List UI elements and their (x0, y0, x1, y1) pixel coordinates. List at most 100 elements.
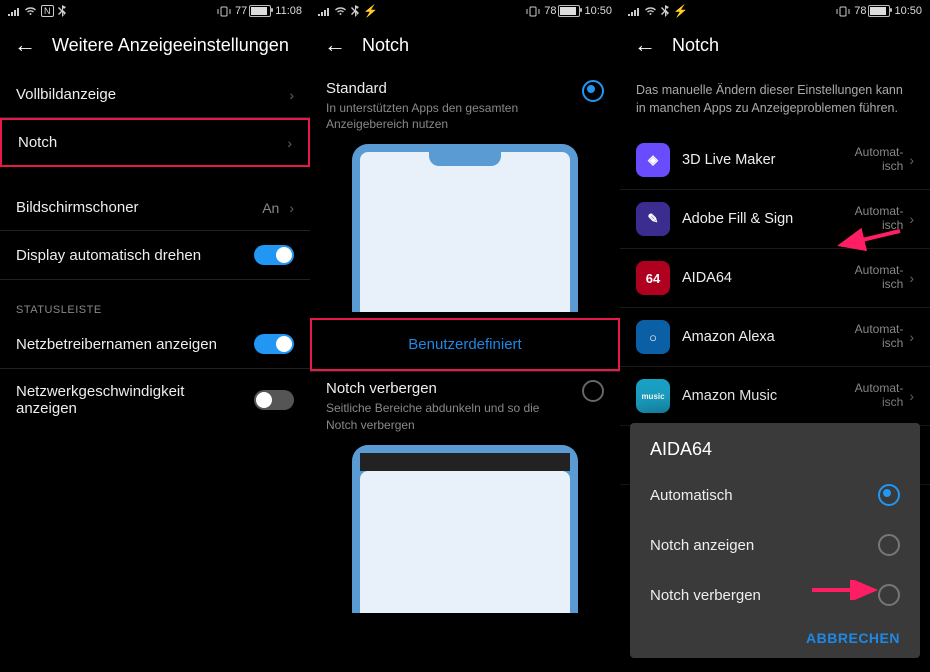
wifi-icon (334, 6, 347, 16)
row-label: Notch (18, 134, 57, 151)
toggle-autorotate[interactable] (254, 245, 294, 265)
app-icon: ○ (636, 320, 670, 354)
signal-icon (8, 6, 20, 16)
app-value: Automat-isch (855, 264, 904, 292)
option-subtitle: Seitliche Bereiche abdunkeln und so die … (326, 400, 570, 432)
app-value: Automat-isch (855, 205, 904, 233)
app-row[interactable]: musicAmazon MusicAutomat-isch› (620, 367, 930, 426)
app-name: 3D Live Maker (682, 152, 843, 168)
header: ← Weitere Anzeigeeinstellungen (0, 22, 310, 72)
page-title: Notch (672, 35, 719, 56)
option-hide-notch[interactable]: Notch verbergen Seitliche Bereiche abdun… (310, 372, 620, 438)
status-bar: ⚡ 78 10:50 (620, 0, 930, 22)
row-label: Bildschirmschoner (16, 199, 139, 216)
back-icon[interactable]: ← (324, 32, 346, 58)
radio-show[interactable] (878, 534, 900, 556)
dialog-title: AIDA64 (632, 437, 918, 470)
annotation-arrow-hide (810, 580, 880, 600)
option-title: Standard (326, 80, 570, 97)
radio-hide[interactable] (582, 380, 604, 402)
dialog-option-label: Notch verbergen (650, 587, 761, 604)
option-subtitle: In unterstützten Apps den gesamten Anzei… (326, 100, 570, 132)
app-icon: 64 (636, 261, 670, 295)
app-value: Automat-isch (855, 382, 904, 410)
row-label: Display automatisch drehen (16, 247, 201, 264)
chevron-right-icon: › (909, 270, 914, 286)
chevron-right-icon: › (287, 135, 292, 151)
row-carrier-name[interactable]: Netzbetreibernamen anzeigen (0, 320, 310, 369)
radio-hide[interactable] (878, 584, 900, 606)
option-standard[interactable]: Standard In unterstützten Apps den gesam… (310, 72, 620, 138)
bluetooth-icon (661, 5, 669, 17)
app-name: AIDA64 (682, 270, 843, 286)
vibrate-icon (836, 6, 850, 17)
wifi-icon (644, 6, 657, 16)
bluetooth-icon (351, 5, 359, 17)
section-header-statusbar: STATUSLEISTE (0, 298, 310, 320)
charging-icon: ⚡ (363, 4, 378, 18)
wifi-icon (24, 6, 37, 16)
radio-auto[interactable] (878, 484, 900, 506)
page-title: Weitere Anzeigeeinstellungen (52, 35, 289, 56)
app-row[interactable]: ◈ 3D Live Maker Automat-isch › (620, 131, 930, 190)
chevron-right-icon: › (289, 87, 294, 103)
row-notch[interactable]: Notch › (0, 118, 310, 167)
chevron-right-icon: › (909, 329, 914, 345)
preview-standard (352, 144, 578, 312)
vibrate-icon (526, 6, 540, 17)
row-screensaver[interactable]: Bildschirmschoner An › (0, 185, 310, 231)
app-name: Adobe Fill & Sign (682, 211, 843, 227)
row-autorotate[interactable]: Display automatisch drehen (0, 231, 310, 280)
row-fullscreen[interactable]: Vollbildanzeige › (0, 72, 310, 118)
screen-notch-app-list: ⚡ 78 10:50 ← Notch Das manuelle Ändern d… (620, 0, 930, 672)
signal-icon (318, 6, 330, 16)
row-value: An (262, 200, 279, 216)
dialog-cancel-button[interactable]: ABBRECHEN (632, 620, 918, 654)
vibrate-icon (217, 6, 231, 17)
charging-icon: ⚡ (673, 4, 688, 18)
row-network-speed[interactable]: Netzwerkgeschwindigkeit anzeigen (0, 369, 310, 431)
dialog-option-label: Automatisch (650, 487, 733, 504)
dialog-option-hide[interactable]: Notch verbergen (632, 570, 918, 620)
preview-hidden (352, 445, 578, 613)
dialog-option-auto[interactable]: Automatisch (632, 470, 918, 520)
signal-icon (628, 6, 640, 16)
custom-button-label: Benutzerdefiniert (312, 320, 618, 369)
app-icon: ✎ (636, 202, 670, 236)
app-value: Automat-isch (855, 146, 904, 174)
back-icon[interactable]: ← (634, 32, 656, 58)
app-name: Amazon Music (682, 388, 843, 404)
battery-pct: 78 (854, 5, 866, 17)
app-row[interactable]: ✎ Adobe Fill & Sign Automat-isch › (620, 190, 930, 249)
screen-display-settings: N 77 11:08 ← Weitere Anzeigeeinstellunge… (0, 0, 310, 672)
header: ← Notch (620, 22, 930, 72)
chevron-right-icon: › (909, 152, 914, 168)
battery-pct: 77 (235, 5, 247, 17)
page-title: Notch (362, 35, 409, 56)
clock: 11:08 (275, 5, 302, 17)
clock: 10:50 (584, 5, 612, 17)
battery-indicator: 78 (854, 5, 890, 17)
dialog-option-show[interactable]: Notch anzeigen (632, 520, 918, 570)
app-row[interactable]: 64 AIDA64 Automat-isch › (620, 249, 930, 308)
dialog-option-label: Notch anzeigen (650, 537, 754, 554)
radio-standard[interactable] (582, 80, 604, 102)
toggle-carrier[interactable] (254, 334, 294, 354)
back-icon[interactable]: ← (14, 32, 36, 58)
chevron-right-icon: › (289, 200, 294, 216)
nfc-icon: N (41, 5, 54, 17)
row-label: Netzwerkgeschwindigkeit anzeigen (16, 383, 216, 417)
app-icon: music (636, 379, 670, 413)
row-label: Netzbetreibernamen anzeigen (16, 336, 217, 353)
bluetooth-icon (58, 5, 66, 17)
option-custom[interactable]: Benutzerdefiniert (310, 318, 620, 371)
app-row[interactable]: ○ Amazon Alexa Automat-isch › (620, 308, 930, 367)
chevron-right-icon: › (909, 211, 914, 227)
clock: 10:50 (894, 5, 922, 17)
app-icon: ◈ (636, 143, 670, 177)
toggle-netspeed[interactable] (254, 390, 294, 410)
app-value: Automat-isch (855, 323, 904, 351)
app-name: Amazon Alexa (682, 329, 843, 345)
status-bar: N 77 11:08 (0, 0, 310, 22)
header: ← Notch (310, 22, 620, 72)
